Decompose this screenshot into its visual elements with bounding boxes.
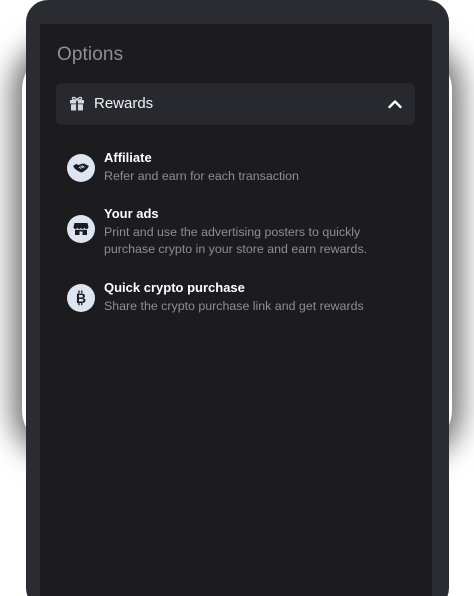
item-description: Share the crypto purchase link and get r… <box>104 299 364 313</box>
item-title: Your ads <box>104 206 159 221</box>
item-description: Print and use the advertising posters to… <box>104 225 368 256</box>
svg-text:B: B <box>76 290 86 306</box>
item-title: Quick crypto purchase <box>104 280 245 295</box>
screen: Options Rewards Affiliate Refer and earn… <box>0 0 474 596</box>
bitcoin-icon: B <box>67 284 95 312</box>
item-description: Refer and earn for each transaction <box>104 169 299 183</box>
rewards-accordion-header[interactable]: Rewards <box>56 83 415 125</box>
item-title: Affiliate <box>104 150 152 165</box>
panel-title: Options <box>57 44 124 65</box>
options-panel: Options Rewards Affiliate Refer and earn… <box>40 24 432 596</box>
reward-item-affiliate[interactable]: Affiliate Refer and earn for each transa… <box>66 150 406 186</box>
reward-item-quick-crypto-purchase[interactable]: B Quick crypto purchase Share the crypto… <box>66 280 406 316</box>
chevron-up-icon[interactable] <box>387 96 403 112</box>
handshake-icon <box>67 154 95 182</box>
accordion-label: Rewards <box>94 95 154 112</box>
store-icon <box>67 215 95 243</box>
gift-icon <box>70 96 84 111</box>
reward-item-your-ads[interactable]: Your ads Print and use the advertising p… <box>66 206 406 260</box>
